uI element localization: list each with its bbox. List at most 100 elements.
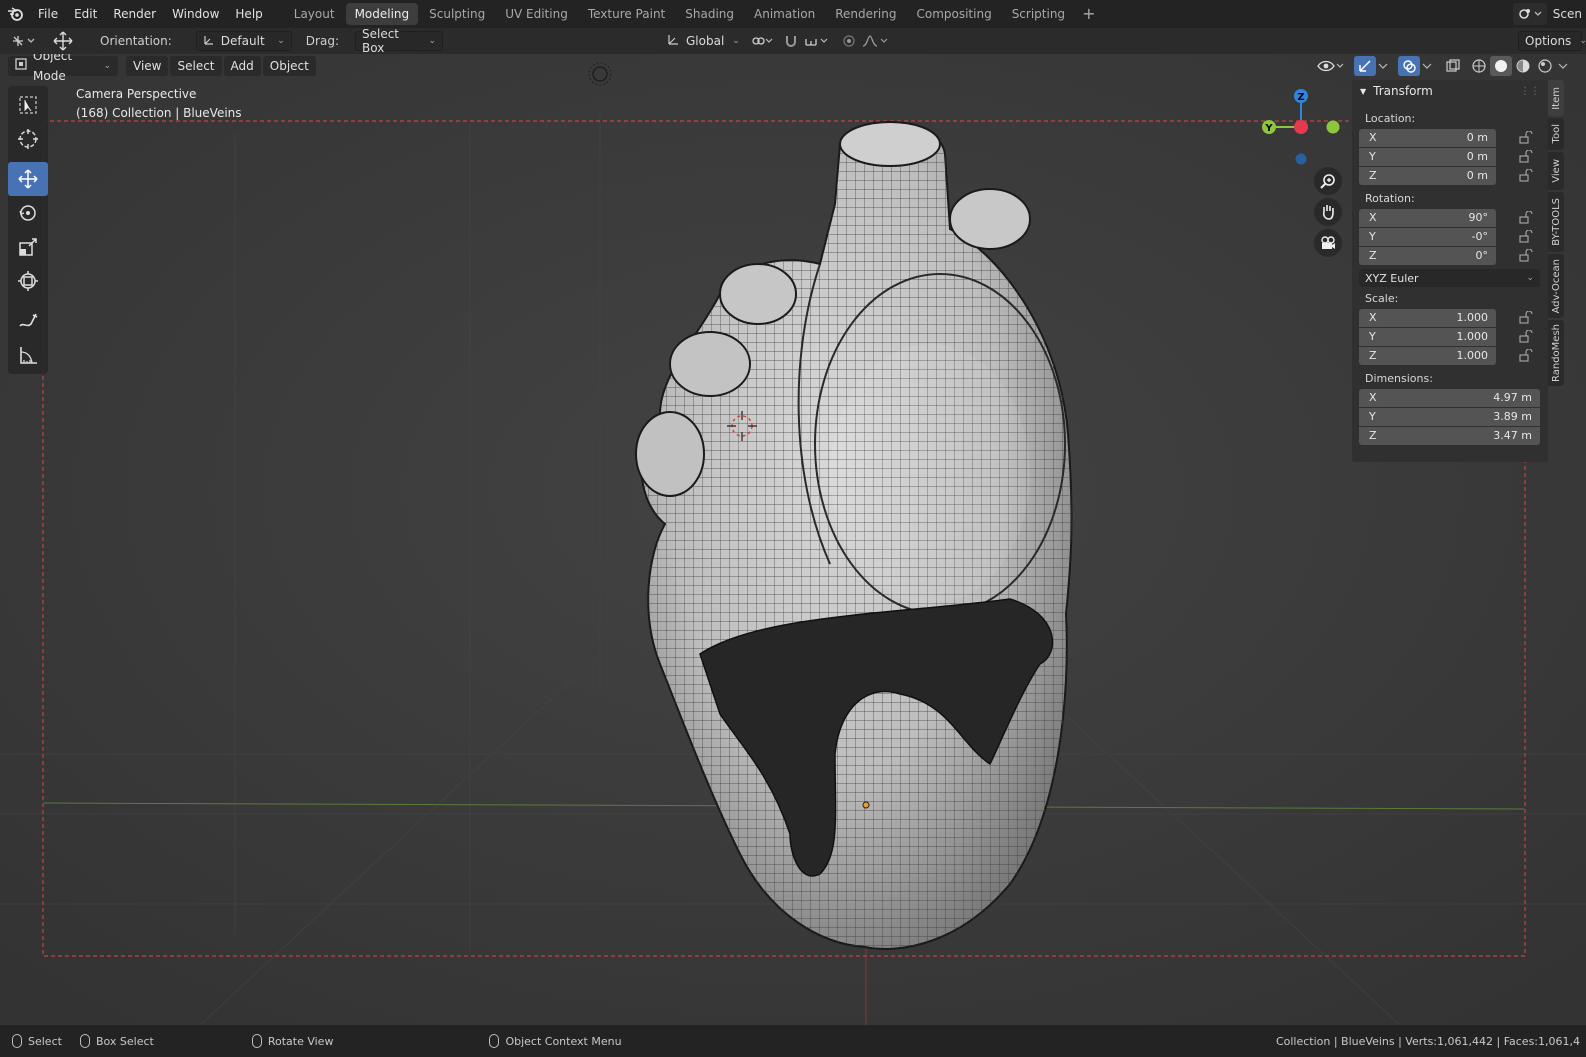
scale-tool-icon[interactable]: [8, 230, 48, 264]
rotation-z-field[interactable]: Z 0°: [1359, 246, 1496, 265]
rotate-tool-icon[interactable]: [8, 196, 48, 230]
lock-icon[interactable]: [1519, 249, 1533, 262]
menu-window[interactable]: Window: [164, 0, 227, 28]
lock-icon[interactable]: [1519, 169, 1533, 182]
add-workspace-button[interactable]: +: [1076, 3, 1101, 25]
scene-selector[interactable]: Scen: [1512, 3, 1586, 25]
lock-icon[interactable]: [1519, 311, 1533, 324]
gizmo-x-axis[interactable]: [1294, 120, 1308, 134]
tab-adv-ocean[interactable]: Adv-Ocean: [1548, 254, 1564, 318]
pan-hand-icon[interactable]: [1314, 198, 1342, 226]
options-dropdown[interactable]: Options ⌄: [1518, 31, 1586, 51]
lock-icon[interactable]: [1519, 230, 1533, 243]
chevron-down-icon[interactable]: [1420, 56, 1434, 76]
gizmo-toggle-icon[interactable]: [1354, 56, 1376, 76]
object-mode-dropdown[interactable]: Object Mode ⌄: [8, 54, 118, 83]
measure-tool-icon[interactable]: [8, 338, 48, 372]
falloff-icon[interactable]: [860, 31, 890, 51]
orientation-value: Default: [220, 34, 265, 48]
rendered-shading-icon[interactable]: [1534, 56, 1556, 76]
pivot-point-icon[interactable]: [748, 31, 776, 51]
menu-view[interactable]: View: [126, 56, 169, 76]
move-tool-icon[interactable]: [52, 31, 74, 51]
proportional-edit-icon[interactable]: [838, 31, 860, 51]
scale-x-field[interactable]: X 1.000: [1359, 308, 1496, 327]
transform-panel-header[interactable]: ▼ Transform ⋮⋮: [1352, 80, 1548, 102]
lock-icon[interactable]: [1519, 349, 1533, 362]
tab-sculpting[interactable]: Sculpting: [420, 3, 494, 25]
lock-icon[interactable]: [1519, 150, 1533, 163]
select-box-tool-icon[interactable]: [8, 88, 48, 122]
chevron-down-icon: ⌄: [1526, 273, 1534, 283]
rotation-y-field[interactable]: Y -0°: [1359, 227, 1496, 246]
location-y-field[interactable]: Y 0 m: [1359, 147, 1496, 166]
menu-add[interactable]: Add: [223, 56, 261, 76]
lock-icon[interactable]: [1519, 131, 1533, 144]
transform-orientation-dropdown[interactable]: Global ⌄: [660, 31, 740, 51]
scale-z-field[interactable]: Z 1.000: [1359, 346, 1496, 365]
menu-select[interactable]: Select: [170, 56, 222, 76]
tab-modeling[interactable]: Modeling: [345, 3, 419, 25]
viewport-header: Object Mode ⌄ View Select Add Object: [0, 54, 1586, 83]
snap-icon[interactable]: [780, 31, 802, 51]
solid-shading-icon[interactable]: [1490, 56, 1512, 76]
zoom-icon[interactable]: [1314, 167, 1342, 195]
rotation-x-field[interactable]: X 90°: [1359, 208, 1496, 227]
tab-shading[interactable]: Shading: [676, 3, 743, 25]
status-select: Select: [12, 1034, 62, 1048]
tab-texture-paint[interactable]: Texture Paint: [579, 3, 674, 25]
tab-layout[interactable]: Layout: [285, 3, 344, 25]
drag-handle-icon[interactable]: ⋮⋮: [1520, 86, 1540, 97]
tab-uv-editing[interactable]: UV Editing: [496, 3, 577, 25]
lock-icon[interactable]: [1519, 211, 1533, 224]
wireframe-shading-icon[interactable]: [1468, 56, 1490, 76]
tab-rendering[interactable]: Rendering: [826, 3, 905, 25]
transform-tool-icon[interactable]: [8, 264, 48, 298]
xray-icon[interactable]: [1442, 56, 1464, 76]
location-y-value: 0 m: [1466, 150, 1488, 163]
dimensions-y-field[interactable]: Y 3.89 m: [1359, 407, 1540, 426]
blender-logo-icon[interactable]: [0, 0, 30, 28]
material-shading-icon[interactable]: [1512, 56, 1534, 76]
overlays-icon[interactable]: [1398, 56, 1420, 76]
tab-by-tools[interactable]: BY-TOOLS: [1548, 192, 1564, 252]
3d-viewport[interactable]: Object Mode ⌄ View Select Add Object Cam…: [0, 54, 1586, 1025]
mouse-left-icon: [12, 1034, 22, 1048]
dimensions-x-field[interactable]: X 4.97 m: [1359, 388, 1540, 407]
move-tool-icon[interactable]: [8, 162, 48, 196]
dimensions-z-field[interactable]: Z 3.47 m: [1359, 426, 1540, 445]
tab-compositing[interactable]: Compositing: [907, 3, 1000, 25]
rotation-mode-dropdown[interactable]: XYZ Euler ⌄: [1359, 269, 1540, 287]
location-x-field[interactable]: X 0 m: [1359, 128, 1496, 147]
cursor-tool-icon[interactable]: [8, 122, 48, 156]
scene-icon[interactable]: [1512, 3, 1547, 25]
orientation-dropdown[interactable]: Default ⌄: [195, 31, 292, 51]
tab-item[interactable]: Item: [1548, 80, 1564, 116]
snap-target-icon[interactable]: [802, 31, 832, 51]
scene-name[interactable]: Scen: [1547, 7, 1586, 21]
menu-edit[interactable]: Edit: [66, 0, 105, 28]
menu-object[interactable]: Object: [262, 56, 316, 76]
tab-tool[interactable]: Tool: [1548, 118, 1564, 150]
drag-dropdown[interactable]: Select Box ⌄: [354, 27, 443, 55]
tab-view[interactable]: View: [1548, 152, 1564, 190]
visibility-icon[interactable]: [1314, 56, 1346, 76]
menu-file[interactable]: File: [30, 0, 66, 28]
chevron-down-icon[interactable]: [1376, 56, 1390, 76]
tab-randomesh[interactable]: RandoMesh: [1548, 320, 1564, 386]
mouse-middle-icon: [251, 1034, 262, 1048]
scale-x-value: 1.000: [1456, 311, 1489, 324]
lock-icon[interactable]: [1519, 330, 1533, 343]
chevron-down-icon[interactable]: [1556, 56, 1570, 76]
editor-type-icon[interactable]: [8, 31, 40, 51]
location-z-field[interactable]: Z 0 m: [1359, 166, 1496, 185]
scale-y-field[interactable]: Y 1.000: [1359, 327, 1496, 346]
menu-render[interactable]: Render: [105, 0, 164, 28]
viewport-scene[interactable]: [0, 54, 1586, 1025]
tab-animation[interactable]: Animation: [745, 3, 824, 25]
tab-scripting[interactable]: Scripting: [1003, 3, 1074, 25]
navigation-gizmo[interactable]: Z Y: [1254, 84, 1354, 174]
menu-help[interactable]: Help: [227, 0, 270, 28]
annotate-tool-icon[interactable]: [8, 304, 48, 338]
camera-view-icon[interactable]: [1314, 229, 1342, 257]
